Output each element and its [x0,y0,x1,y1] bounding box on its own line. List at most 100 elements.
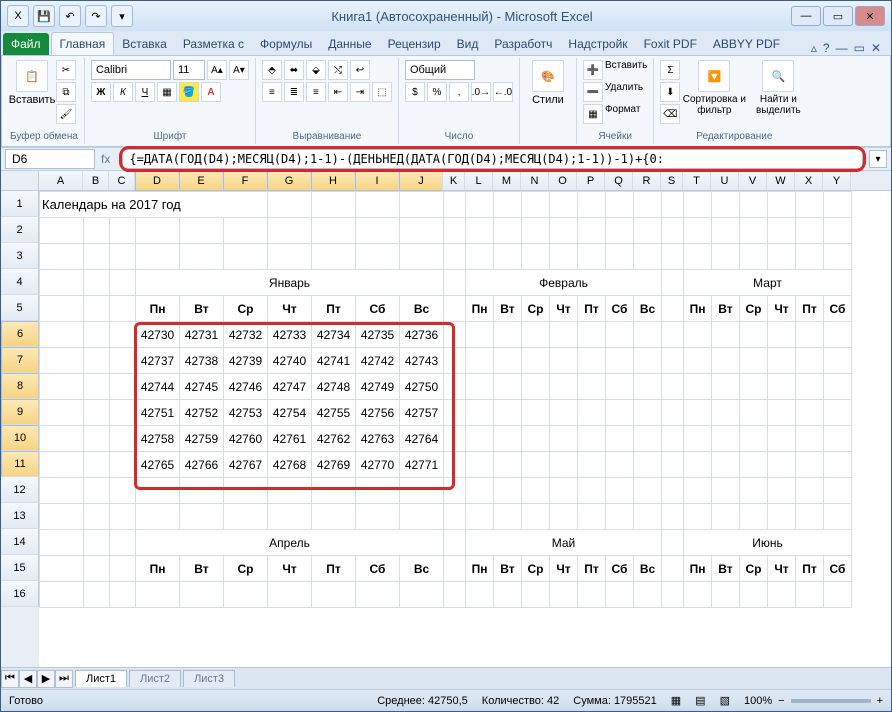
column-header-P[interactable]: P [577,171,605,190]
row-header-14[interactable]: 14 [1,529,39,555]
fill-button[interactable]: ⬇ [660,82,680,102]
cell[interactable] [224,478,268,504]
cell[interactable] [268,218,312,244]
cell[interactable] [684,478,712,504]
cell[interactable] [522,452,550,478]
cell[interactable] [312,244,356,270]
cell[interactable] [550,478,578,504]
cell[interactable] [494,478,522,504]
column-header-L[interactable]: L [465,171,493,190]
cell[interactable] [684,374,712,400]
cell[interactable]: Пт [578,556,606,582]
cell[interactable] [712,244,740,270]
cell[interactable] [740,426,768,452]
cell[interactable] [796,582,824,608]
cell[interactable] [110,296,136,322]
cell[interactable] [740,192,768,218]
cell[interactable] [662,452,684,478]
find-select-button[interactable]: 🔍 Найти и выделить [748,60,808,120]
cell[interactable] [356,218,400,244]
format-cells-button[interactable]: ▦ [583,104,603,124]
cell[interactable] [444,556,466,582]
cell[interactable]: Пт [578,296,606,322]
row-header-5[interactable]: 5 [1,295,39,321]
cell[interactable]: Январь [136,270,444,296]
cell[interactable] [550,452,578,478]
cell[interactable] [312,192,356,218]
cell[interactable] [578,452,606,478]
cell[interactable] [796,192,824,218]
cell[interactable]: Чт [550,556,578,582]
cell[interactable] [712,322,740,348]
cell[interactable]: 42734 [312,322,356,348]
cell[interactable] [712,400,740,426]
column-header-D[interactable]: D [135,171,179,191]
tab-data[interactable]: Данные [320,33,379,55]
cell[interactable] [662,374,684,400]
cell[interactable] [662,556,684,582]
cell[interactable]: Пн [466,556,494,582]
cell[interactable]: 42747 [268,374,312,400]
cell[interactable] [110,478,136,504]
cell[interactable] [110,218,136,244]
comma-button[interactable]: , [449,82,469,102]
cell[interactable]: Ср [740,296,768,322]
cell[interactable]: Пн [684,556,712,582]
cell[interactable] [268,478,312,504]
zoom-in-button[interactable]: + [877,695,883,707]
cell[interactable]: 42756 [356,400,400,426]
tab-foxit[interactable]: Foxit PDF [636,33,705,55]
cell[interactable]: Пн [684,296,712,322]
cell[interactable] [740,452,768,478]
cell[interactable] [444,296,466,322]
cell[interactable]: 42757 [400,400,444,426]
cell[interactable] [444,452,466,478]
cell[interactable]: 42764 [400,426,444,452]
cell[interactable] [684,400,712,426]
styles-button[interactable]: 🎨 Стили [526,60,570,120]
cell[interactable] [606,478,634,504]
cell[interactable]: 42741 [312,348,356,374]
cell[interactable] [662,270,684,296]
cell[interactable]: 42742 [356,348,400,374]
view-layout-button[interactable]: ▤ [695,694,705,707]
percent-button[interactable]: % [427,82,447,102]
cell[interactable]: Пт [312,556,356,582]
cell[interactable] [550,504,578,530]
cell[interactable] [110,270,136,296]
cell[interactable] [444,322,466,348]
cell[interactable] [662,322,684,348]
cell[interactable]: Сб [606,556,634,582]
cell[interactable] [796,322,824,348]
cell[interactable] [578,478,606,504]
zoom-slider[interactable] [791,699,871,703]
redo-button[interactable]: ↷ [85,5,107,27]
cell[interactable] [606,374,634,400]
cell[interactable] [444,400,466,426]
cell[interactable] [824,452,852,478]
cell[interactable] [662,400,684,426]
cell[interactable] [494,452,522,478]
cell[interactable] [796,244,824,270]
cell[interactable] [740,504,768,530]
cell[interactable] [84,556,110,582]
cell[interactable] [712,374,740,400]
name-box[interactable]: D6 [5,149,95,169]
undo-button[interactable]: ↶ [59,5,81,27]
cell[interactable]: 42768 [268,452,312,478]
cell[interactable] [522,244,550,270]
cell[interactable] [768,244,796,270]
cell[interactable]: Вт [712,296,740,322]
cell[interactable] [268,504,312,530]
cell[interactable] [606,348,634,374]
row-header-8[interactable]: 8 [1,373,39,399]
cell[interactable] [684,192,712,218]
close-button[interactable]: ✕ [855,6,885,26]
tab-formulas[interactable]: Формулы [252,33,320,55]
cell[interactable] [740,582,768,608]
cell[interactable] [84,582,110,608]
cell[interactable] [224,244,268,270]
wb-min-icon[interactable]: — [836,41,848,55]
cell[interactable]: Чт [550,296,578,322]
cell[interactable] [84,426,110,452]
